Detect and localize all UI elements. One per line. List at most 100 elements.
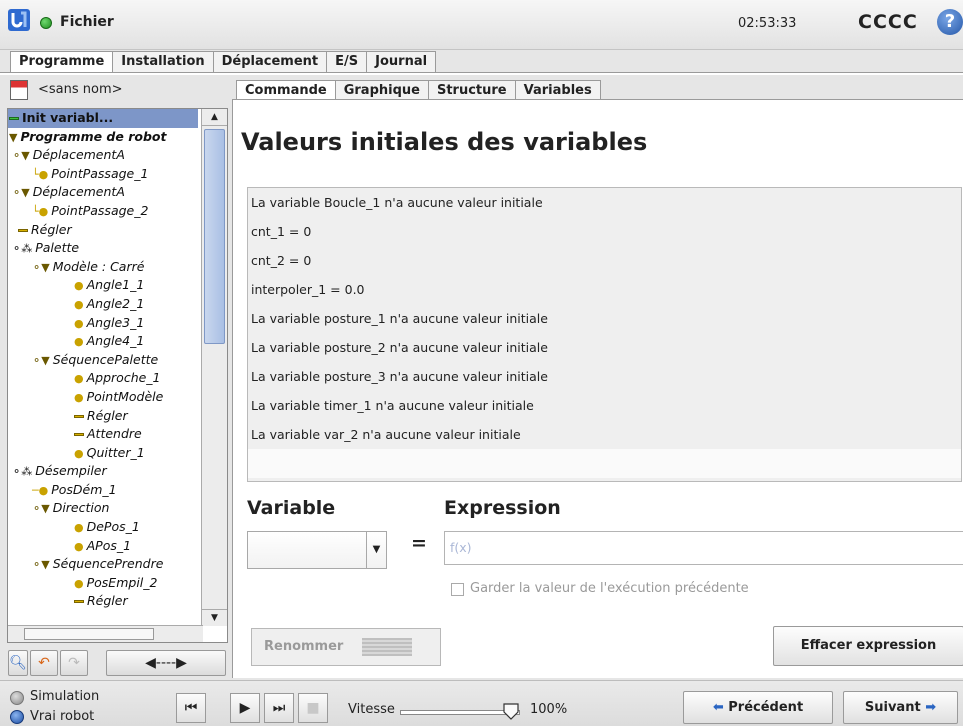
- file-menu[interactable]: Fichier: [60, 14, 114, 30]
- list-item[interactable]: La variable posture_2 n'a aucune valeur …: [248, 333, 961, 362]
- tree-node-waypoint[interactable]: ● DePos_1: [8, 518, 198, 537]
- tree-node-wait[interactable]: Attendre: [8, 425, 198, 444]
- waypoint-icon: └●: [32, 167, 49, 181]
- tree-node-set[interactable]: Régler: [8, 592, 198, 611]
- tab-es[interactable]: E/S: [326, 51, 368, 72]
- tree-node-waypoint[interactable]: ● Angle3_1: [8, 314, 198, 333]
- tree-node-waypoint[interactable]: ● APos_1: [8, 537, 198, 556]
- tree-node-waypoint[interactable]: └● PointPassage_1: [8, 165, 198, 184]
- list-item[interactable]: La variable timer_1 n'a aucune valeur in…: [248, 391, 961, 420]
- set-icon: [18, 228, 28, 232]
- tree-node-label: PosEmpil_2: [86, 574, 158, 590]
- tab-graphique[interactable]: Graphique: [334, 80, 429, 100]
- tree-node-label: DéplacementA: [32, 184, 125, 200]
- tree-node-direction[interactable]: ⚬▼ Direction: [8, 499, 198, 518]
- waypoint-icon: ●: [74, 576, 84, 590]
- title-bar: Fichier 02:53:33 CCCC ?: [0, 0, 963, 50]
- real-robot-radio[interactable]: [10, 710, 24, 724]
- tree-node-move[interactable]: ⚬▼ DéplacementA: [8, 183, 198, 202]
- tab-variables[interactable]: Variables: [514, 80, 601, 100]
- tree-vertical-scrollbar[interactable]: ▲ ▼: [201, 109, 227, 626]
- simulation-radio[interactable]: [10, 691, 24, 705]
- scroll-up-arrow-icon[interactable]: ▲: [202, 109, 227, 126]
- tree-node-waypoint[interactable]: ● Angle2_1: [8, 295, 198, 314]
- keep-previous-value-checkbox[interactable]: [451, 583, 464, 596]
- tab-installation[interactable]: Installation: [112, 51, 214, 72]
- rename-button[interactable]: Renommer: [251, 628, 441, 666]
- polyscope-window: Fichier 02:53:33 CCCC ? Programme Instal…: [0, 0, 963, 726]
- tree-node-waypoint[interactable]: └● PointPassage_2: [8, 202, 198, 221]
- skip-back-icon[interactable]: ⏮︎: [176, 693, 206, 723]
- tab-commande[interactable]: Commande: [236, 80, 336, 100]
- pallet-icon: ⚬⁂: [12, 242, 33, 256]
- play-icon[interactable]: ▶︎: [230, 693, 260, 723]
- stop-icon[interactable]: ■: [298, 693, 328, 723]
- tab-journal[interactable]: Journal: [366, 51, 437, 72]
- tree-node-waypoint[interactable]: ─● PosDém_1: [8, 481, 198, 500]
- tree-node-waypoint[interactable]: ● Angle1_1: [8, 276, 198, 295]
- scroll-down-arrow-icon[interactable]: ▼: [202, 609, 227, 626]
- undo-icon[interactable]: ↶: [30, 650, 58, 676]
- previous-button-label: Précédent: [728, 700, 804, 715]
- tree-node-waypoint[interactable]: ● PointModèle: [8, 388, 198, 407]
- list-item[interactable]: La variable posture_3 n'a aucune valeur …: [248, 362, 961, 391]
- redo-icon[interactable]: ↷: [60, 650, 88, 676]
- tree-horizontal-scrollbar[interactable]: [8, 625, 203, 642]
- move-node-arrows-icon[interactable]: ◀----▶: [106, 650, 226, 676]
- tab-structure[interactable]: Structure: [427, 80, 516, 100]
- tree-node-waypoint[interactable]: ● Approche_1: [8, 369, 198, 388]
- equals-sign: =: [411, 532, 427, 554]
- tree-node-label: Attendre: [87, 426, 142, 442]
- waypoint-icon: └●: [32, 204, 49, 218]
- waypoint-icon: ●: [74, 539, 84, 553]
- tree-node-program[interactable]: ▼ Programme de robot: [8, 128, 198, 147]
- list-item[interactable]: cnt_2 = 0: [248, 246, 961, 275]
- tree-node-pattern[interactable]: ⚬▼ Modèle : Carré: [8, 258, 198, 277]
- variable-select[interactable]: ▼: [247, 531, 387, 569]
- tree-node-pallet-sequence[interactable]: ⚬▼ SéquencePalette: [8, 351, 198, 370]
- tree-node-waypoint[interactable]: ● Angle4_1: [8, 332, 198, 351]
- tree-node-waypoint[interactable]: ● PosEmpil_2: [8, 574, 198, 593]
- waypoint-icon: ●: [74, 335, 84, 349]
- list-empty-row[interactable]: [248, 449, 961, 478]
- initial-variables-list[interactable]: La variable Boucle_1 n'a aucune valeur i…: [247, 187, 962, 482]
- collapse-triangle-icon: ⚬▼: [32, 502, 50, 516]
- chevron-down-icon[interactable]: ▼: [366, 532, 386, 568]
- program-file-name: <sans nom>: [38, 82, 123, 97]
- step-icon[interactable]: ⏭︎: [264, 693, 294, 723]
- help-icon[interactable]: ?: [937, 9, 963, 35]
- tree-node-pick-sequence[interactable]: ⚬▼ SéquencePrendre: [8, 555, 198, 574]
- tree-node-move[interactable]: ⚬▼ DéplacementA: [8, 146, 198, 165]
- page-title: Valeurs initiales des variables: [241, 128, 648, 156]
- tree-node-waypoint[interactable]: ● Quitter_1: [8, 444, 198, 463]
- tree-node-init-variables[interactable]: Init variabl...: [8, 109, 198, 128]
- tree-node-pallet[interactable]: ⚬⁂ Palette: [8, 239, 198, 258]
- command-panel: Valeurs initiales des variables La varia…: [232, 99, 963, 678]
- next-button[interactable]: Suivant ➡: [843, 691, 958, 724]
- list-item[interactable]: cnt_1 = 0: [248, 217, 961, 246]
- tree-node-set[interactable]: Régler: [8, 221, 198, 240]
- speed-slider-knob[interactable]: [502, 702, 520, 720]
- list-item[interactable]: La variable Boucle_1 n'a aucune valeur i…: [248, 188, 961, 217]
- set-icon: [74, 600, 84, 604]
- variable-label: Variable: [247, 497, 336, 519]
- previous-button[interactable]: ⬅ Précédent: [683, 691, 833, 724]
- speed-value: 100%: [530, 702, 568, 717]
- clear-expression-button[interactable]: Effacer expression: [773, 626, 963, 666]
- program-tree[interactable]: Init variabl... ▼ Programme de robot ⚬▼ Dé…: [7, 108, 228, 643]
- tree-hscroll-thumb[interactable]: [24, 628, 154, 640]
- list-item[interactable]: interpoler_1 = 0.0: [248, 275, 961, 304]
- list-item[interactable]: La variable posture_1 n'a aucune valeur …: [248, 304, 961, 333]
- program-file-icon[interactable]: [10, 80, 28, 100]
- list-item[interactable]: La variable var_2 n'a aucune valeur init…: [248, 420, 961, 449]
- expression-input[interactable]: f(x): [444, 531, 963, 565]
- tree-node-label: Direction: [52, 500, 110, 516]
- tab-programme[interactable]: Programme: [10, 51, 114, 73]
- search-icon[interactable]: 🔍︎: [8, 650, 28, 676]
- rename-button-label: Renommer: [264, 639, 344, 654]
- tree-scroll-thumb[interactable]: [204, 129, 225, 344]
- tab-deplacement[interactable]: Déplacement: [212, 51, 328, 72]
- tree-node-destack[interactable]: ⚬⁂ Désempiler: [8, 462, 198, 481]
- tree-node-set[interactable]: Régler: [8, 407, 198, 426]
- collapse-triangle-icon: ⚬▼: [12, 149, 30, 163]
